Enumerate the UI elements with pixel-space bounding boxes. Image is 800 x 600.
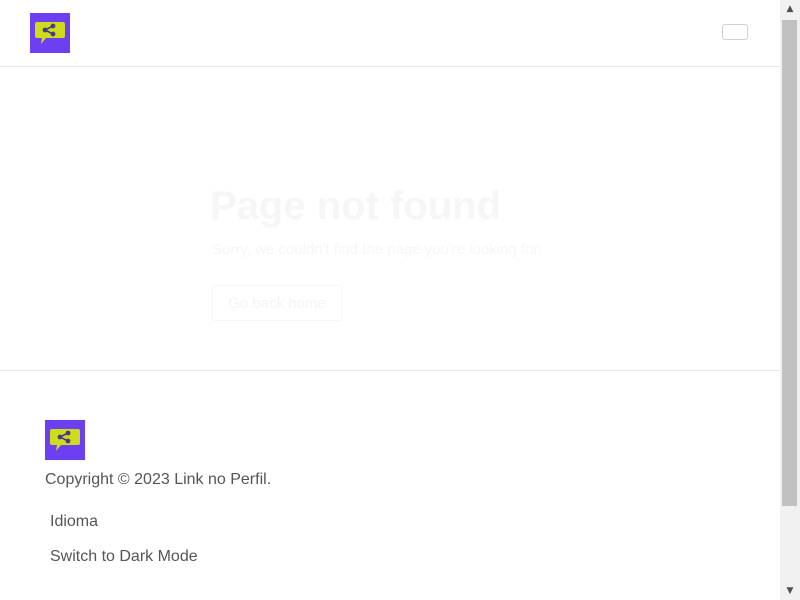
scrollbar-thumb[interactable] (782, 20, 797, 506)
site-logo[interactable] (30, 13, 70, 53)
go-home-button[interactable]: Go back home (212, 285, 342, 321)
page-subtitle: Sorry, we couldn't find the page you're … (212, 241, 542, 258)
site-header (0, 0, 780, 67)
footer-logo[interactable] (45, 420, 85, 460)
menu-toggle-button[interactable] (722, 24, 748, 40)
share-chat-icon (50, 429, 80, 451)
copyright-text: Copyright © 2023 Link no Perfil. (45, 471, 272, 488)
language-link[interactable]: Idioma (50, 513, 98, 531)
scroll-up-icon[interactable]: ▲ (780, 0, 800, 18)
dark-mode-toggle[interactable]: Switch to Dark Mode (50, 548, 198, 566)
not-found-section: Page not found Sorry, we couldn't find t… (0, 67, 780, 371)
share-chat-icon (35, 22, 65, 44)
vertical-scrollbar[interactable]: ▲ ▼ (780, 0, 800, 600)
scroll-down-icon[interactable]: ▼ (780, 582, 800, 600)
site-footer: Copyright © 2023 Link no Perfil. Idioma … (0, 371, 780, 600)
page-viewport: Page not found Sorry, we couldn't find t… (0, 0, 780, 600)
page-title: Page not found (210, 184, 502, 228)
